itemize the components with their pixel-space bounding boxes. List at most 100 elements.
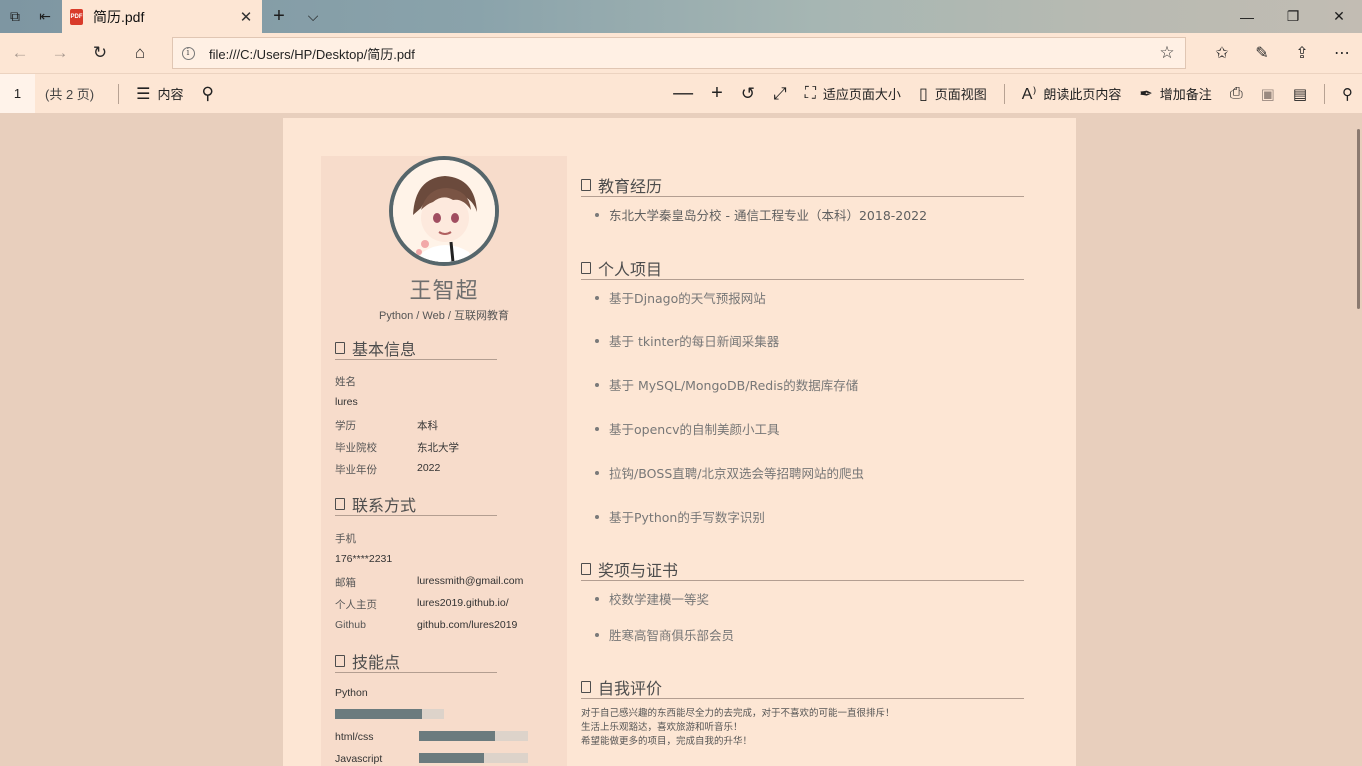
email-value: luressmith@gmail.com [417, 575, 524, 587]
maximize-button[interactable]: ❐ [1270, 0, 1316, 33]
restore-icon: ❐ [1286, 8, 1300, 24]
skill-bar-fill [419, 731, 496, 741]
new-tab-button[interactable]: + [262, 0, 296, 33]
github-label: Github [335, 619, 366, 631]
arrow-left-icon: ← [11, 43, 29, 62]
set-aside-icon: ⇤ [39, 8, 51, 24]
fullscreen-button[interactable]: ⤢ [764, 74, 796, 114]
contents-button[interactable]: ☰ 内容 [127, 74, 192, 114]
share-icon: ⇪ [1295, 45, 1309, 62]
skill-name: Javascript [335, 753, 383, 765]
pin-icon: ⚲ [1342, 85, 1353, 103]
share-button[interactable]: ⇪ [1282, 33, 1322, 73]
checkbox-square-icon [581, 178, 591, 191]
home-button[interactable]: ⌂ [120, 33, 160, 73]
section-basic-info: 基本信息 [335, 336, 497, 360]
save-button[interactable]: ▣ [1252, 74, 1284, 114]
page-view-label: 页面视图 [934, 87, 987, 102]
tab-actions-button[interactable]: ⧉ [0, 0, 30, 33]
list-item: 基于opencv的自制美颜小工具 [595, 419, 779, 438]
pen-icon: ✎ [1255, 45, 1269, 62]
tab-active[interactable]: PDF 简历.pdf ✕ [62, 0, 262, 33]
close-icon: ✕ [1333, 8, 1345, 24]
avatar [389, 156, 499, 266]
scrollbar[interactable] [1353, 113, 1362, 766]
minimize-button[interactable]: — [1224, 0, 1270, 33]
expand-icon: ⤢ [773, 83, 787, 103]
section-education: 教育经历 [581, 173, 1024, 197]
section-awards: 奖项与证书 [581, 557, 1024, 581]
page-view-icon: ▯ [918, 85, 928, 103]
save-as-button[interactable]: ▤ [1284, 74, 1316, 114]
toolbar-divider [118, 83, 120, 104]
read-aloud-icon: A⁾ [1021, 85, 1037, 103]
checkbox-square-icon [581, 261, 591, 274]
pdf-toolbar-right: — + ↺ ⤢ ⛶ 适应页面大小 ▯ 页面视图 A⁾ 朗读此页内容 ✒ 增加备注… [664, 74, 1362, 114]
section-skills: 技能点 [335, 649, 497, 673]
page-number-input[interactable]: 1 [0, 74, 35, 113]
section-self-evaluation: 自我评价 [581, 675, 1024, 699]
back-button[interactable]: ← [0, 33, 40, 73]
info-icon: i [181, 46, 195, 60]
tab-bar: ⧉ ⇤ PDF 简历.pdf ✕ + ⌵ — ❐ ✕ [0, 0, 1362, 33]
section-projects: 个人项目 [581, 256, 1024, 280]
chevron-down-icon: ⌵ [307, 8, 319, 24]
resume-name: 王智超 [409, 279, 479, 304]
list-item: 胜寒高智商俱乐部会员 [595, 625, 734, 644]
zoom-out-button[interactable]: — [664, 74, 702, 114]
save-icon: ▣ [1260, 85, 1275, 103]
tab-list-button[interactable]: ⌵ [296, 0, 330, 33]
skill-name: Python [335, 687, 368, 699]
bullet-dot [595, 295, 599, 300]
list-item: 基于 MySQL/MongoDB/Redis的数据库存储 [595, 375, 858, 394]
section-contact: 联系方式 [335, 492, 497, 516]
page-view-button[interactable]: ▯ 页面视图 [910, 74, 996, 114]
favorites-button[interactable]: ✩ [1202, 33, 1242, 73]
scrollbar-thumb[interactable] [1357, 129, 1360, 309]
set-aside-tabs-button[interactable]: ⇤ [30, 0, 60, 33]
close-window-button[interactable]: ✕ [1316, 0, 1362, 33]
checkbox-square-icon [581, 562, 591, 575]
skill-bar-fill [335, 709, 423, 719]
toolbar-divider [1003, 83, 1005, 104]
navigation-bar: ← → ↻ ⌂ i file:///C:/Users/HP/Desktop/简历… [0, 33, 1362, 73]
address-bar[interactable]: i file:///C:/Users/HP/Desktop/简历.pdf ☆ [172, 37, 1186, 69]
refresh-button[interactable]: ↻ [80, 33, 120, 73]
notes-button[interactable]: ✎ [1242, 33, 1282, 73]
more-button[interactable]: ⋯ [1322, 33, 1362, 73]
skill-bar-javascript [419, 753, 528, 763]
bullet-dot [595, 632, 599, 637]
list-item: 拉钩/BOSS直聘/北京双选会等招聘网站的爬虫 [595, 463, 864, 482]
pdf-viewer[interactable]: 王智超 Python / Web / 互联网教育 基本信息 姓名 lures 学… [0, 113, 1362, 766]
home-icon: ⌂ [134, 43, 146, 62]
school-value: 东北大学 [417, 442, 459, 454]
phone-label: 手机 [335, 533, 356, 545]
rotate-button[interactable]: ↺ [732, 74, 764, 114]
zoom-in-button[interactable]: + [702, 74, 732, 114]
pin-toolbar-button[interactable]: ⚲ [1333, 74, 1362, 114]
read-aloud-button[interactable]: A⁾ 朗读此页内容 [1013, 74, 1131, 114]
self-evaluation-text: 对于自己感兴趣的东西能尽全力的去完成，对于不喜欢的可能一直很排斥！ 生活上乐观豁… [581, 708, 895, 747]
close-tab-icon[interactable]: ✕ [238, 8, 254, 26]
pdf-toolbar: 1 (共 2 页) ☰ 内容 ⚲ — + ↺ ⤢ ⛶ 适应页面大小 ▯ 页面视图… [0, 73, 1362, 113]
forward-button[interactable]: → [40, 33, 80, 73]
search-button[interactable]: ⚲ [192, 74, 222, 114]
education-label: 学历 [335, 420, 356, 432]
print-button[interactable]: ⎙ [1221, 74, 1252, 114]
graduation-year-value: 2022 [417, 462, 441, 474]
fit-page-icon: ⛶ [804, 84, 816, 102]
address-input[interactable]: file:///C:/Users/HP/Desktop/简历.pdf [203, 44, 1149, 63]
browser-actions: ✩ ✎ ⇪ ⋯ [1202, 33, 1362, 73]
checkbox-square-icon [335, 497, 345, 510]
list-item: 东北大学秦皇岛分校 - 通信工程专业（本科）2018-2022 [595, 205, 927, 224]
checkbox-square-icon [335, 654, 345, 667]
add-note-button[interactable]: ✒ 增加备注 [1130, 74, 1220, 114]
ink-pen-icon: ✒ [1139, 85, 1153, 103]
pdf-file-icon: PDF [70, 8, 83, 25]
site-info-button[interactable]: i [173, 46, 203, 60]
fit-page-button[interactable]: ⛶ 适应页面大小 [796, 74, 910, 114]
skill-bar-fill [419, 753, 485, 763]
favorite-star-icon[interactable]: ☆ [1149, 43, 1185, 63]
graduation-year-label: 毕业年份 [335, 464, 377, 476]
add-note-label: 增加备注 [1159, 87, 1212, 102]
